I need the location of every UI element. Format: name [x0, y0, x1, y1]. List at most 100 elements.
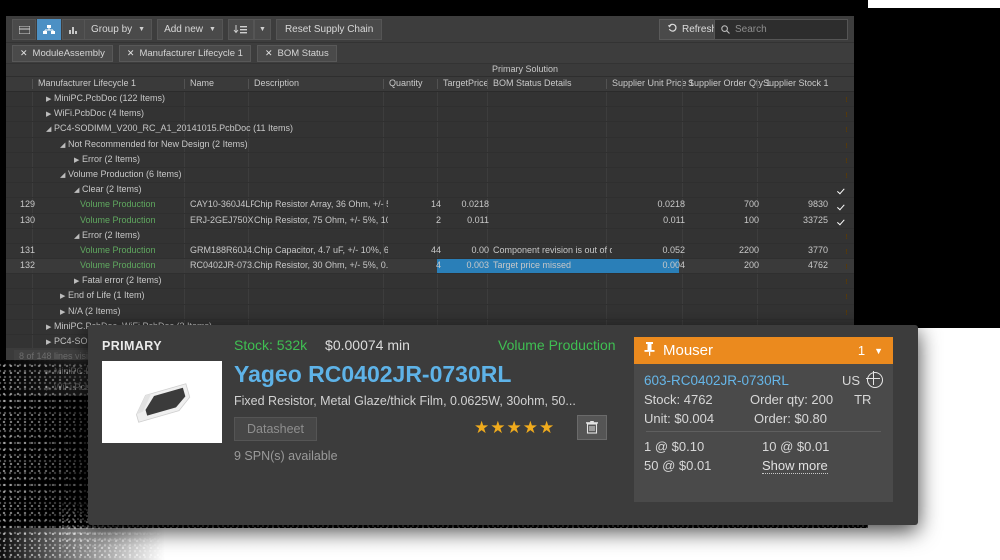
chevron-down-icon[interactable]: ▼ [874, 346, 883, 356]
cell-unitprice[interactable]: 0.0218 [612, 199, 685, 209]
cell-stock[interactable]: 33725 [763, 215, 828, 225]
tree-group-row[interactable]: ◢PC4-SODIMM_V200_RC_A1_20141015.PcbDoc (… [6, 122, 854, 137]
chevron-expanded-icon[interactable]: ◢ [74, 186, 82, 194]
cell-lifecycle[interactable]: Volume Production [80, 245, 156, 255]
column-header-lifecycle[interactable]: Manufacturer Lifecycle 1 [38, 78, 136, 88]
tree-group-row[interactable]: ◢Not Recommended for New Design (2 Items… [6, 138, 854, 153]
cell-stock[interactable]: 4762 [763, 260, 828, 270]
column-divider[interactable] [383, 79, 384, 89]
cell-stock[interactable]: 9830 [763, 199, 828, 209]
add-new-button[interactable]: Add new ▼ [157, 19, 223, 40]
column-header-stock[interactable]: Supplier Stock 1 [763, 78, 828, 88]
tree-group-row[interactable]: ◢Volume Production (6 Items)! [6, 168, 854, 183]
supplier-card-header[interactable]: Mouser 1 ▼ [634, 337, 893, 364]
cell-idx[interactable]: 130 [20, 215, 46, 225]
column-divider[interactable] [757, 79, 758, 89]
column-header-name[interactable]: Name [190, 78, 214, 88]
filter-chip-bom-status[interactable]: ✕ BOM Status [257, 45, 337, 62]
chevron-expanded-icon[interactable]: ◢ [60, 141, 68, 149]
cell-name[interactable]: CAY10-360J4LF [190, 199, 254, 209]
tree-group-row[interactable]: ▶Fatal error (2 Items)! [6, 274, 854, 289]
search-input[interactable]: Search [714, 19, 848, 40]
column-header-unitprice[interactable]: Supplier Unit Price 1 [612, 78, 685, 88]
table-row[interactable]: 131 Volume Production GRM188R60J4...Chip C… [6, 244, 854, 259]
chevron-expanded-icon[interactable]: ◢ [46, 125, 54, 133]
sort-options-button[interactable]: ▼ [254, 19, 271, 40]
cell-stock[interactable]: 3770 [763, 245, 828, 255]
sort-descending-icon[interactable] [228, 19, 254, 40]
tree-group-row[interactable]: ▶Error (2 Items)! [6, 153, 854, 168]
cell-unitprice[interactable]: 0.011 [612, 215, 685, 225]
tree-group-row[interactable]: ▶WiFi.PcbDoc (4 Items)! [6, 107, 854, 122]
close-icon[interactable]: ✕ [265, 48, 273, 59]
tree-group-row[interactable]: ▶MiniPC.PcbDoc (122 Items)! [6, 92, 854, 107]
cell-quantity[interactable]: 4 [389, 260, 441, 270]
cell-orderqty[interactable]: 200 [688, 260, 759, 270]
column-header-targetprice[interactable]: TargetPrice [443, 78, 489, 88]
reset-supply-chain-button[interactable]: Reset Supply Chain [276, 19, 382, 40]
cell-lifecycle[interactable]: Volume Production [80, 199, 156, 209]
chevron-collapsed-icon[interactable]: ▶ [46, 323, 54, 331]
tree-group-row[interactable]: ◢Error (2 Items)! [6, 229, 854, 244]
column-divider[interactable] [682, 79, 683, 89]
cell-lifecycle[interactable]: Volume Production [80, 260, 156, 270]
cell-description[interactable]: Chip Resistor, 30 Ohm, +/- 5%, 0.063... [254, 260, 388, 270]
chevron-collapsed-icon[interactable]: ▶ [74, 156, 82, 164]
cell-quantity[interactable]: 2 [389, 215, 441, 225]
cell-unitprice[interactable]: 0.004 [612, 260, 685, 270]
table-row[interactable]: 129 Volume Production CAY10-360J4LFChip Re… [6, 198, 854, 213]
hierarchy-icon[interactable] [37, 19, 61, 40]
cell-description[interactable]: Chip Resistor Array, 36 Ohm, +/- 5%... [254, 199, 388, 209]
chevron-collapsed-icon[interactable]: ▶ [60, 292, 68, 300]
datasheet-button[interactable]: Datasheet [234, 417, 317, 441]
chevron-collapsed-icon[interactable]: ▶ [60, 308, 68, 316]
chevron-expanded-icon[interactable]: ◢ [74, 232, 82, 240]
filter-chip-manufacturer-lifecycle[interactable]: ✕ Manufacturer Lifecycle 1 [119, 45, 251, 62]
column-header-bomstatus[interactable]: BOM Status Details [493, 78, 572, 88]
cell-targetprice[interactable]: 0.00 [443, 245, 489, 255]
cell-description[interactable]: Chip Capacitor, 4.7 uF, +/- 10%, 6.3 V..… [254, 245, 388, 255]
rating-stars[interactable]: ★★★★★ [474, 418, 555, 438]
close-icon[interactable]: ✕ [127, 48, 135, 59]
cell-targetprice[interactable]: 0.0218 [443, 199, 489, 209]
table-icon[interactable] [12, 19, 36, 40]
cell-idx[interactable]: 132 [20, 260, 46, 270]
cell-name[interactable]: GRM188R60J4... [190, 245, 254, 255]
globe-icon[interactable] [867, 372, 883, 388]
bar-chart-icon[interactable] [62, 19, 86, 40]
filter-chip-moduleassembly[interactable]: ✕ ModuleAssembly [12, 45, 113, 62]
column-header-orderqty[interactable]: Supplier Order Qty 1 [688, 78, 759, 88]
show-more-link[interactable]: Show more [762, 458, 828, 474]
tree-group-row[interactable]: ▶N/A (2 Items)! [6, 305, 854, 320]
chevron-collapsed-icon[interactable]: ▶ [74, 277, 82, 285]
cell-targetprice[interactable]: 0.011 [443, 215, 489, 225]
chevron-collapsed-icon[interactable]: ▶ [46, 368, 54, 376]
column-divider[interactable] [32, 79, 33, 89]
cell-orderqty[interactable]: 2200 [688, 245, 759, 255]
chevron-collapsed-icon[interactable]: ▶ [46, 384, 54, 392]
close-icon[interactable]: ✕ [20, 48, 28, 59]
cell-bomstatus[interactable]: Target price missed [493, 260, 612, 270]
cell-idx[interactable]: 131 [20, 245, 46, 255]
cell-targetprice[interactable]: 0.003 [443, 260, 489, 270]
cell-quantity[interactable]: 44 [389, 245, 441, 255]
cell-unitprice[interactable]: 0.052 [612, 245, 685, 255]
cell-orderqty[interactable]: 700 [688, 199, 759, 209]
cell-quantity[interactable]: 14 [389, 199, 441, 209]
column-divider[interactable] [437, 79, 438, 89]
supplier-part-number[interactable]: 603-RC0402JR-0730RL [644, 373, 842, 388]
pin-icon[interactable] [644, 342, 655, 359]
group-by-button[interactable]: Group by ▼ [84, 19, 152, 40]
table-row[interactable]: 132Volume ProductionRC0402JR-073...Chip … [6, 259, 854, 274]
cell-name[interactable]: ERJ-2GEJ750X [190, 215, 254, 225]
chevron-collapsed-icon[interactable]: ▶ [46, 95, 54, 103]
cell-idx[interactable]: 129 [20, 199, 46, 209]
table-row[interactable]: 130Volume ProductionERJ-2GEJ750XChip Res… [6, 214, 854, 229]
column-divider[interactable] [606, 79, 607, 89]
column-header-description[interactable]: Description [254, 78, 299, 88]
column-divider[interactable] [184, 79, 185, 89]
cell-bomstatus[interactable]: Component revision is out of date [493, 245, 612, 255]
cell-orderqty[interactable]: 100 [688, 215, 759, 225]
part-title[interactable]: Yageo RC0402JR-0730RL [234, 361, 511, 388]
column-divider[interactable] [487, 79, 488, 89]
